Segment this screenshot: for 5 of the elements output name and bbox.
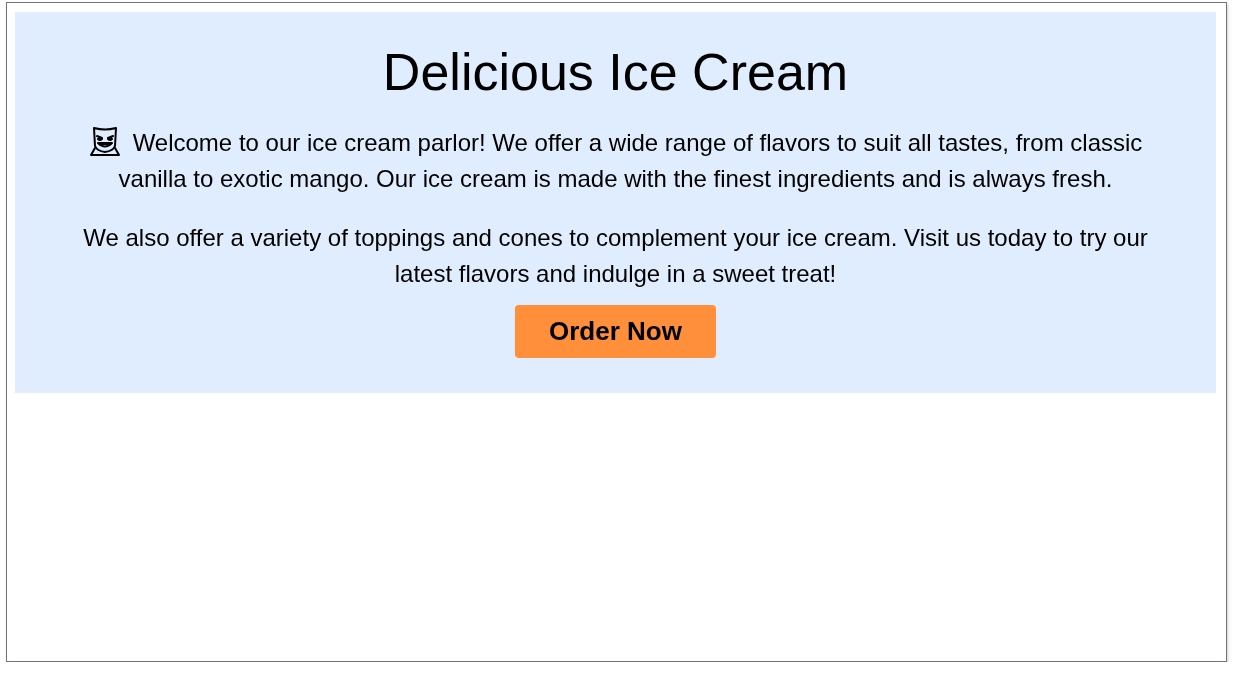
intro-paragraph: We also offer a variety of toppings and cones to complement your ice cream. Visit us today to try our latest flavors and indulge in a sweet treat! xyxy=(83,224,1148,287)
intro-paragraph: Welcome to our ice cream parlor! We offer a wide range of flavors to suit all tastes, from classic vanilla to exotic mango. Our ice cream is made with the finest ingredients and is always fresh. xyxy=(118,129,1143,192)
hero-title: Delicious Ice Cream xyxy=(381,44,850,100)
order-now-button[interactable]: Order Now xyxy=(515,305,716,358)
mask-icon xyxy=(88,126,121,158)
